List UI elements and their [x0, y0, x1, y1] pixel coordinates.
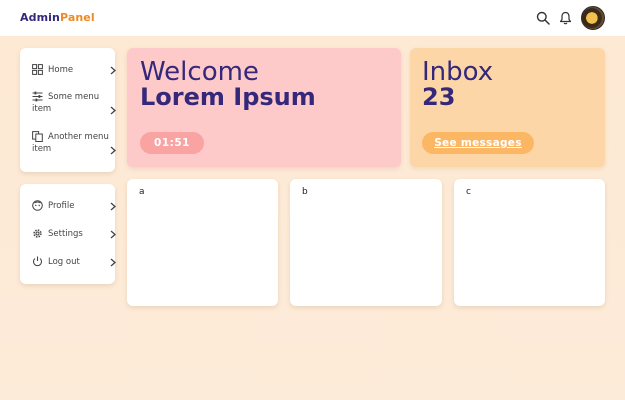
sidebar-item-label: Log out	[48, 257, 80, 267]
see-messages-button[interactable]: See messages	[422, 132, 534, 154]
chevron-right-icon	[110, 258, 116, 267]
logo-part-panel: Panel	[59, 11, 95, 24]
power-icon	[32, 256, 43, 267]
sidebar-item-home[interactable]: Home	[32, 64, 116, 76]
copy-icon	[32, 131, 43, 142]
gear-icon	[33, 229, 42, 238]
sidebar-item-some-menu-item[interactable]: Some menu item	[32, 91, 116, 115]
avatar[interactable]	[581, 6, 605, 30]
face-icon	[32, 200, 43, 211]
welcome-user-name: Lorem Ipsum	[140, 83, 316, 111]
sidebar-item-label: Settings	[48, 229, 83, 239]
session-timer: 01:51	[140, 132, 204, 154]
app-logo[interactable]: AdminPanel	[20, 11, 95, 24]
card-label: b	[302, 187, 308, 197]
content-card-c: c	[454, 179, 605, 306]
sidebar-item-label: Home	[48, 65, 74, 75]
logo-part-admin: Admin	[20, 11, 60, 24]
top-bar: AdminPanel	[0, 0, 625, 36]
chevron-right-icon	[110, 146, 116, 155]
card-label: a	[139, 187, 145, 197]
sidebar-item-log-out[interactable]: Log out	[32, 256, 116, 268]
content-card-b: b	[290, 179, 442, 306]
sidebar-item-label: Profile	[48, 201, 75, 211]
grid-icon	[32, 64, 43, 75]
chevron-right-icon	[110, 106, 116, 115]
sliders-icon	[32, 91, 43, 102]
sidebar-item-label: Another menu item	[32, 132, 109, 154]
content-card-a: a	[127, 179, 278, 306]
chevron-right-icon	[110, 66, 116, 75]
sidebar-primary: Home Some menu item Another menu item	[20, 48, 116, 172]
chevron-right-icon	[110, 202, 116, 211]
bell-icon[interactable]	[557, 9, 573, 27]
sidebar-item-settings[interactable]: Settings	[32, 228, 116, 240]
inbox-card: Inbox 23 See messages	[410, 48, 605, 167]
sidebar-secondary: Profile Settings Log out	[20, 184, 116, 284]
sidebar-item-profile[interactable]: Profile	[32, 200, 116, 212]
sidebar-item-another-menu-item[interactable]: Another menu item	[32, 131, 116, 155]
chevron-right-icon	[110, 230, 116, 239]
sidebar-item-label: Some menu item	[32, 92, 100, 114]
inbox-count: 23	[422, 83, 456, 111]
welcome-card: Welcome Lorem Ipsum 01:51	[127, 48, 401, 167]
search-icon[interactable]	[535, 9, 551, 27]
card-label: c	[466, 187, 471, 197]
